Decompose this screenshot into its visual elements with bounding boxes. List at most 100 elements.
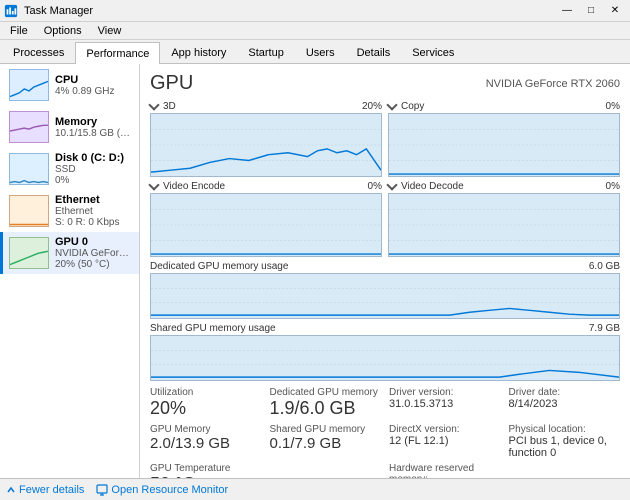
menu-view[interactable]: View <box>92 24 128 38</box>
close-button[interactable]: ✕ <box>604 3 626 19</box>
stat-driver-date-value: 8/14/2023 <box>509 398 621 410</box>
tab-app-history[interactable]: App history <box>160 41 237 63</box>
cpu-mini-graph <box>9 69 49 101</box>
graph-copy-label-row: Copy 0% <box>388 101 620 112</box>
stat-driver-version: Driver version: 31.0.15.3713 <box>389 387 501 420</box>
sidebar-item-ethernet[interactable]: Ethernet Ethernet S: 0 R: 0 Kbps <box>0 190 139 232</box>
graph-decode-pct: 0% <box>606 181 620 192</box>
stat-shared-gpu-label: Shared GPU memory <box>270 424 382 435</box>
gpu0-sub2: 20% (50 °C) <box>55 259 133 270</box>
shared-memory-row: Shared GPU memory usage 7.9 GB <box>150 323 620 381</box>
stat-shared-gpu: Shared GPU memory 0.1/7.9 GB <box>270 424 382 459</box>
monitor-icon <box>96 484 108 496</box>
memory-info: Memory 10.1/15.8 GB (64%) <box>55 116 133 139</box>
chevron-up-icon <box>6 485 16 495</box>
menu-options[interactable]: Options <box>38 24 88 38</box>
graph-3d: 3D 20% <box>150 101 382 177</box>
memory-mini-graph <box>9 111 49 143</box>
cpu-sub: 4% 0.89 GHz <box>55 86 133 97</box>
dedicated-max: 6.0 GB <box>589 261 620 272</box>
fewer-details-link[interactable]: Fewer details <box>6 484 84 496</box>
stat-utilization: Utilization 20% <box>150 387 262 420</box>
title-bar-controls: — □ ✕ <box>556 3 626 19</box>
graph-encode-canvas <box>150 193 382 257</box>
dedicated-memory-section: Dedicated GPU memory usage 6.0 GB <box>150 261 620 319</box>
ethernet-mini-graph <box>9 195 49 227</box>
dedicated-label-row: Dedicated GPU memory usage 6.0 GB <box>150 261 620 272</box>
gpu0-title: GPU 0 <box>55 236 133 248</box>
graph-3d-label-row: 3D 20% <box>150 101 382 112</box>
tab-bar: Processes Performance App history Startu… <box>0 40 630 64</box>
stat-gpu-temp: GPU Temperature 50 °C <box>150 463 262 478</box>
shared-memory-canvas <box>150 335 620 381</box>
graph-encode-label: Video Encode <box>150 181 225 192</box>
shared-max: 7.9 GB <box>589 323 620 334</box>
cpu-title: CPU <box>55 74 133 86</box>
disk-title: Disk 0 (C: D:) <box>55 152 133 164</box>
sidebar-item-gpu0[interactable]: GPU 0 NVIDIA GeForce R... 20% (50 °C) <box>0 232 139 274</box>
dedicated-memory-row: Dedicated GPU memory usage 6.0 GB <box>150 261 620 319</box>
stat-physical-value: PCI bus 1, device 0, function 0 <box>509 435 621 459</box>
memory-title: Memory <box>55 116 133 128</box>
graph-row-2: Video Encode 0% Vid <box>150 181 620 257</box>
stat-directx: DirectX version: 12 (FL 12.1) <box>389 424 501 459</box>
stat-utilization-value: 20% <box>150 398 262 420</box>
graph-3d-label: 3D <box>150 101 176 112</box>
gpu0-mini-graph <box>9 237 49 269</box>
graph-copy-label: Copy <box>388 101 424 112</box>
tab-users[interactable]: Users <box>295 41 346 63</box>
sidebar: CPU 4% 0.89 GHz Memory 10.1/15.8 GB (64%… <box>0 64 140 478</box>
disk-sub2: 0% <box>55 175 133 186</box>
disk-sub1: SSD <box>55 164 133 175</box>
disk-info: Disk 0 (C: D:) SSD 0% <box>55 152 133 186</box>
stat-directx-label: DirectX version: <box>389 424 501 435</box>
gpu0-info: GPU 0 NVIDIA GeForce R... 20% (50 °C) <box>55 236 133 270</box>
shared-label: Shared GPU memory usage <box>150 323 276 334</box>
stat-empty-1 <box>270 463 382 478</box>
sidebar-item-memory[interactable]: Memory 10.1/15.8 GB (64%) <box>0 106 139 148</box>
graph-copy-canvas <box>388 113 620 177</box>
stat-directx-value: 12 (FL 12.1) <box>389 435 501 447</box>
tab-processes[interactable]: Processes <box>2 41 75 63</box>
sidebar-item-disk[interactable]: Disk 0 (C: D:) SSD 0% <box>0 148 139 190</box>
menu-file[interactable]: File <box>4 24 34 38</box>
cpu-info: CPU 4% 0.89 GHz <box>55 74 133 97</box>
tab-details[interactable]: Details <box>346 41 402 63</box>
tab-startup[interactable]: Startup <box>237 41 294 63</box>
app-title: Task Manager <box>24 5 93 17</box>
graph-row-1: 3D 20% <box>150 101 620 177</box>
ethernet-sub1: Ethernet <box>55 206 133 217</box>
graph-copy: Copy 0% <box>388 101 620 177</box>
memory-sub: 10.1/15.8 GB (64%) <box>55 128 133 139</box>
tab-services[interactable]: Services <box>401 41 465 63</box>
graph-copy-pct: 0% <box>606 101 620 112</box>
stat-driver-date: Driver date: 8/14/2023 <box>509 387 621 420</box>
stat-hw-reserved-label: Hardware reserved memory: <box>389 463 501 478</box>
app-icon <box>4 4 18 18</box>
chevron-encode-icon <box>148 179 159 190</box>
minimize-button[interactable]: — <box>556 3 578 19</box>
sidebar-item-cpu[interactable]: CPU 4% 0.89 GHz <box>0 64 139 106</box>
stat-gpu-memory-label: GPU Memory <box>150 424 262 435</box>
graph-decode-label: Video Decode <box>388 181 464 192</box>
ethernet-sub2: S: 0 R: 0 Kbps <box>55 217 133 228</box>
ethernet-info: Ethernet Ethernet S: 0 R: 0 Kbps <box>55 194 133 228</box>
gpu0-sub1: NVIDIA GeForce R... <box>55 248 133 259</box>
tab-performance[interactable]: Performance <box>75 42 160 64</box>
stat-dedicated-value: 1.9/6.0 GB <box>270 398 382 420</box>
stat-physical-location: Physical location: PCI bus 1, device 0, … <box>509 424 621 459</box>
title-bar: Task Manager — □ ✕ <box>0 0 630 22</box>
title-bar-left: Task Manager <box>4 4 93 18</box>
stat-driver-version-value: 31.0.15.3713 <box>389 398 501 410</box>
stat-driver-version-label: Driver version: <box>389 387 501 398</box>
graph-3d-pct: 20% <box>362 101 382 112</box>
stat-driver-date-label: Driver date: <box>509 387 621 398</box>
maximize-button[interactable]: □ <box>580 3 602 19</box>
gpu-model: NVIDIA GeForce RTX 2060 <box>486 78 620 90</box>
graph-decode-canvas <box>388 193 620 257</box>
gpu-title: GPU <box>150 72 193 95</box>
graph-video-encode: Video Encode 0% <box>150 181 382 257</box>
open-resource-monitor-link[interactable]: Open Resource Monitor <box>96 484 228 496</box>
bottom-bar: Fewer details Open Resource Monitor <box>0 478 630 500</box>
shared-label-row: Shared GPU memory usage 7.9 GB <box>150 323 620 334</box>
